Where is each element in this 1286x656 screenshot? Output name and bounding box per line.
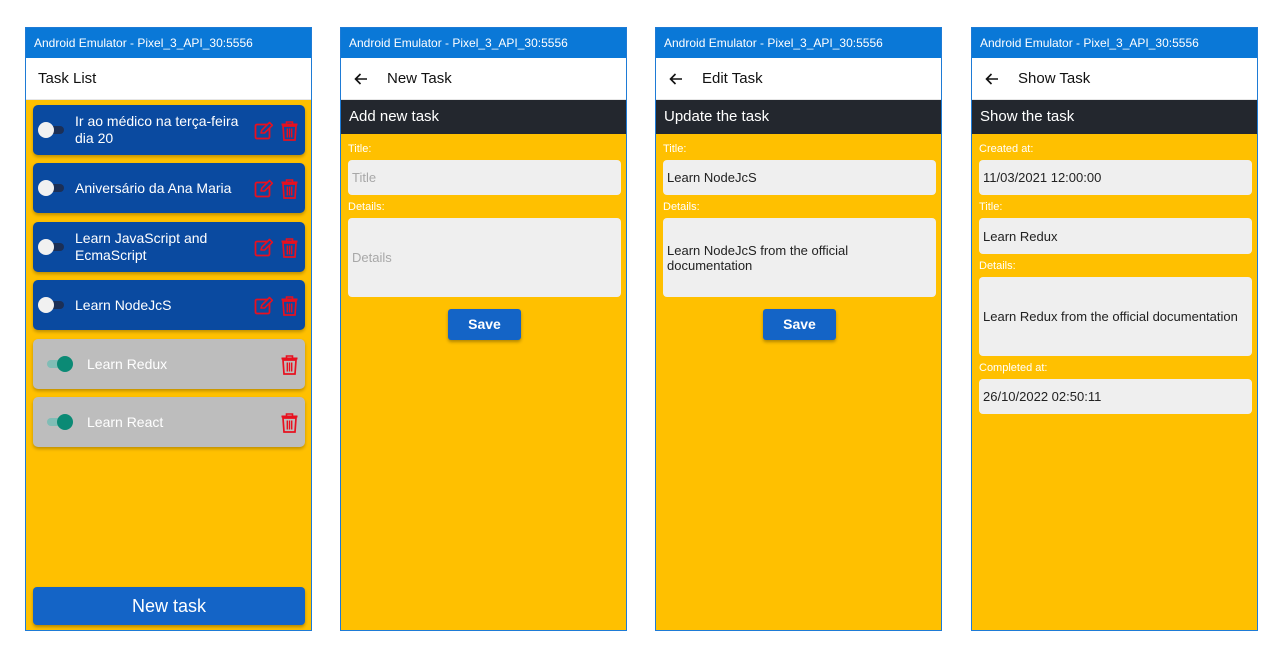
app-bar: Task List [26,58,311,100]
task-item[interactable]: Aniversário da Ana Maria [33,163,305,213]
window-title: Android Emulator - Pixel_3_API_30:5556 [26,28,311,58]
back-arrow-icon[interactable] [353,71,369,87]
trash-icon[interactable] [281,238,298,258]
page-title: New Task [387,70,452,87]
task-toggle[interactable] [38,180,64,196]
window-title: Android Emulator - Pixel_3_API_30:5556 [656,28,941,58]
app-bar: New Task [341,58,626,100]
trash-icon[interactable] [281,413,298,433]
details-label: Details: [979,260,1016,272]
title-label: Title: [348,143,372,155]
task-item[interactable]: Learn Redux [33,339,305,389]
title-label: Title: [663,143,687,155]
trash-icon[interactable] [281,179,298,199]
page-title: Edit Task [702,70,763,87]
section-header: Add new task [341,100,626,134]
title-input[interactable]: Learn NodeJcS [663,160,936,195]
task-title: Learn Redux [87,355,168,372]
new-task-button[interactable]: New task [33,587,305,625]
task-title: Learn NodeJcS [75,296,172,313]
phone-edit-task: Android Emulator - Pixel_3_API_30:5556 E… [655,27,942,631]
title-value: Learn Redux [979,218,1252,254]
phone-task-list: Android Emulator - Pixel_3_API_30:5556 T… [25,27,312,631]
task-item[interactable]: Learn JavaScript and EcmaScript [33,222,305,272]
save-button[interactable]: Save [763,309,836,340]
details-label: Details: [663,201,700,213]
edit-icon[interactable] [254,179,274,199]
save-button[interactable]: Save [448,309,521,340]
task-toggle[interactable] [38,122,64,138]
task-title: Aniversário da Ana Maria [75,179,232,196]
details-label: Details: [348,201,385,213]
task-item[interactable]: Ir ao médico na terça-feira dia 20 [33,105,305,155]
back-arrow-icon[interactable] [984,71,1000,87]
trash-icon[interactable] [281,355,298,375]
title-input[interactable]: Title [348,160,621,195]
created-value: 11/03/2021 12:00:00 [979,160,1252,195]
task-title: Learn React [87,413,164,430]
edit-icon[interactable] [254,238,274,258]
title-label: Title: [979,201,1003,213]
task-toggle[interactable] [45,356,73,372]
section-header: Show the task [972,100,1257,134]
task-toggle[interactable] [38,297,64,313]
details-input[interactable]: Learn NodeJcS from the official document… [663,218,936,297]
trash-icon[interactable] [281,121,298,141]
app-bar: Show Task [972,58,1257,100]
task-toggle[interactable] [38,239,64,255]
created-label: Created at: [979,143,1034,155]
task-toggle[interactable] [45,414,73,430]
task-item[interactable]: Learn React [33,397,305,447]
task-item[interactable]: Learn NodeJcS [33,280,305,330]
page-title: Show Task [1018,70,1091,87]
completed-label: Completed at: [979,362,1048,374]
details-value: Learn Redux from the official documentat… [979,277,1252,356]
phone-new-task: Android Emulator - Pixel_3_API_30:5556 N… [340,27,627,631]
task-title: Ir ao médico na terça-feira dia 20 [75,113,239,146]
edit-icon[interactable] [254,296,274,316]
window-title: Android Emulator - Pixel_3_API_30:5556 [972,28,1257,58]
app-bar: Edit Task [656,58,941,100]
task-title: Learn JavaScript and EcmaScript [75,230,208,263]
trash-icon[interactable] [281,296,298,316]
phone-show-task: Android Emulator - Pixel_3_API_30:5556 S… [971,27,1258,631]
details-input[interactable]: Details [348,218,621,297]
edit-icon[interactable] [254,121,274,141]
back-arrow-icon[interactable] [668,71,684,87]
section-header: Update the task [656,100,941,134]
completed-value: 26/10/2022 02:50:11 [979,379,1252,414]
page-title: Task List [38,70,97,87]
window-title: Android Emulator - Pixel_3_API_30:5556 [341,28,626,58]
